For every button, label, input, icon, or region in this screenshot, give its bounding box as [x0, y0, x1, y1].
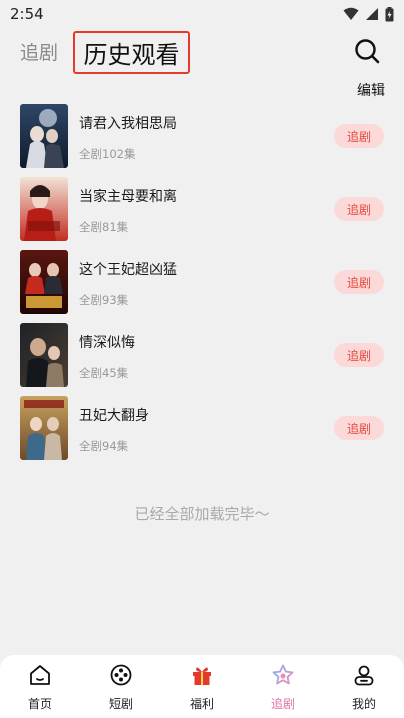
follow-button[interactable]: 追剧	[334, 270, 384, 294]
wifi-icon	[343, 7, 359, 20]
gift-icon	[193, 667, 211, 685]
header: 追剧 历史观看	[0, 28, 404, 76]
battery-icon	[385, 6, 394, 21]
tabbar-label: 追剧	[270, 697, 295, 711]
poster-image[interactable]	[20, 323, 68, 387]
list-item[interactable]: 请君入我相思局 全剧102集 追剧	[0, 104, 404, 168]
user-icon	[354, 665, 374, 686]
drama-title: 这个王妃超凶猛	[79, 262, 177, 278]
episode-count: 全剧81集	[79, 220, 129, 234]
poster-image[interactable]	[20, 250, 68, 314]
signal-icon	[366, 8, 378, 20]
drama-title: 丑妃大翻身	[79, 408, 149, 424]
search-button[interactable]	[353, 37, 381, 65]
list-item[interactable]: 当家主母要和离 全剧81集 追剧	[0, 177, 404, 241]
tabbar-label: 短剧	[108, 697, 133, 711]
status-bar: 2:54	[0, 0, 404, 28]
tabbar-item-profile[interactable]: 我的	[334, 663, 394, 715]
tabbar-label: 福利	[189, 697, 214, 711]
poster-image[interactable]	[20, 396, 68, 460]
end-of-list-text: 已经全部加载完毕～	[134, 505, 270, 523]
follow-button[interactable]: 追剧	[334, 343, 384, 367]
tabbar-item-shorts[interactable]: 短剧	[91, 663, 151, 715]
list-item[interactable]: 情深似悔 全剧45集 追剧	[0, 323, 404, 387]
follow-button[interactable]: 追剧	[334, 416, 384, 440]
tab-history[interactable]: 历史观看	[73, 31, 190, 74]
episode-count: 全剧45集	[79, 366, 129, 380]
list-item[interactable]: 这个王妃超凶猛 全剧93集 追剧	[0, 250, 404, 314]
home-icon	[30, 665, 50, 685]
tabbar-item-home[interactable]: 首页	[10, 663, 70, 715]
follow-button[interactable]: 追剧	[334, 124, 384, 148]
tab-follow[interactable]: 追剧	[20, 38, 58, 65]
film-reel-icon	[110, 664, 132, 686]
poster-image[interactable]	[20, 104, 68, 168]
episode-count: 全剧94集	[79, 439, 129, 453]
tabbar-label: 首页	[27, 697, 52, 711]
search-icon	[355, 39, 380, 64]
drama-title: 当家主母要和离	[79, 189, 177, 205]
drama-title: 请君入我相思局	[79, 116, 177, 132]
episode-count: 全剧102集	[79, 147, 136, 161]
status-time: 2:54	[10, 5, 44, 23]
drama-title: 情深似悔	[79, 335, 135, 351]
episode-count: 全剧93集	[79, 293, 129, 307]
follow-button[interactable]: 追剧	[334, 197, 384, 221]
list-item[interactable]: 丑妃大翻身 全剧94集 追剧	[0, 396, 404, 460]
tabbar-item-welfare[interactable]: 福利	[172, 663, 232, 715]
edit-button[interactable]: 编辑	[357, 80, 385, 100]
poster-image[interactable]	[20, 177, 68, 241]
status-icons	[343, 6, 394, 22]
star-icon	[272, 664, 294, 685]
bottom-tab-bar: 首页 短剧 福利 追剧 我的	[0, 655, 404, 718]
tabbar-item-follow[interactable]: 追剧	[253, 663, 313, 715]
tabbar-label: 我的	[351, 697, 376, 711]
